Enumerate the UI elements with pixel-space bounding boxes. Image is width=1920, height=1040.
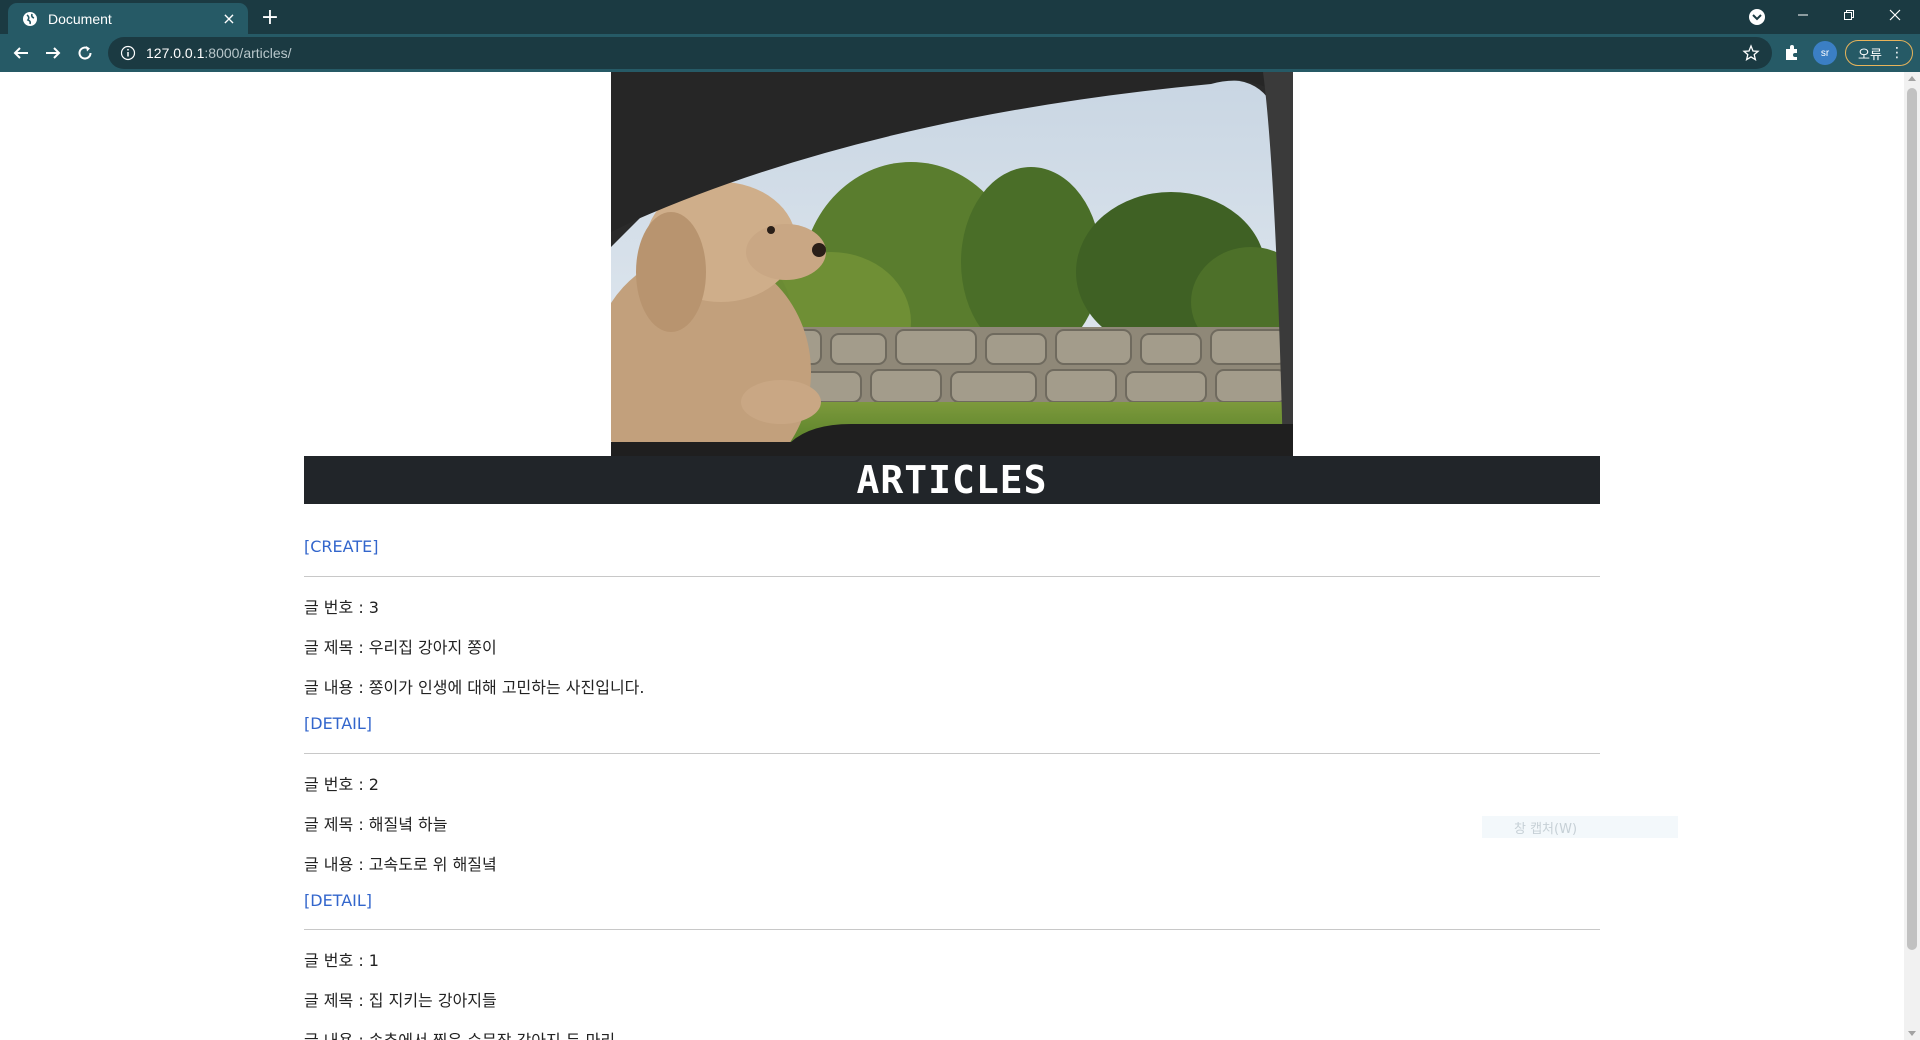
article-title: 글 제목 : 해질녘 하늘 bbox=[304, 815, 448, 834]
globe-icon bbox=[22, 11, 38, 27]
article-number: 글 번호 : 2 bbox=[304, 775, 379, 794]
article-content: 글 내용 : 송추에서 찍은 수문장 강아지 두 마리 bbox=[304, 1027, 615, 1040]
restore-icon[interactable] bbox=[1826, 0, 1872, 30]
minimize-icon[interactable] bbox=[1780, 0, 1826, 30]
create-link[interactable]: [CREATE] bbox=[304, 537, 378, 556]
article-title: 글 제목 : 우리집 강아지 쫑이 bbox=[304, 638, 497, 657]
tab-close-icon[interactable]: × bbox=[220, 10, 238, 28]
forward-arrow-icon[interactable] bbox=[41, 41, 65, 65]
extensions-puzzle-icon[interactable] bbox=[1782, 43, 1802, 63]
error-button[interactable]: 오류 ⋮ bbox=[1845, 40, 1913, 66]
article-number: 글 번호 : 1 bbox=[304, 951, 379, 970]
article-content: 글 내용 : 고속도로 위 해질녘 bbox=[304, 855, 497, 874]
url-host: 127.0.0.1 bbox=[146, 45, 205, 61]
back-arrow-icon[interactable] bbox=[9, 41, 33, 65]
error-label: 오류 bbox=[1858, 47, 1882, 63]
url-path: :8000/articles/ bbox=[204, 45, 292, 61]
page-title: ARTICLES bbox=[304, 456, 1600, 504]
more-menu-icon[interactable]: ⋮ bbox=[1890, 44, 1904, 62]
window-capture-overlay: 창 캡처(W) bbox=[1482, 816, 1678, 838]
dog-car-window-photo bbox=[611, 72, 1293, 456]
article-content: 글 내용 : 쫑이가 인생에 대해 고민하는 사진입니다. bbox=[304, 678, 645, 697]
profile-avatar[interactable]: sr bbox=[1813, 41, 1837, 65]
info-icon[interactable] bbox=[120, 45, 136, 61]
scroll-down-arrow-icon[interactable] bbox=[1908, 1031, 1916, 1036]
tab-title: Document bbox=[48, 10, 112, 27]
divider bbox=[304, 753, 1600, 754]
scrollbar-thumb[interactable] bbox=[1907, 88, 1917, 950]
article-number: 글 번호 : 3 bbox=[304, 598, 379, 617]
reload-icon[interactable] bbox=[73, 41, 97, 65]
browser-toolbar: 127.0.0.1:8000/articles/ sr 오류 ⋮ bbox=[0, 34, 1920, 72]
article-title: 글 제목 : 집 지키는 강아지들 bbox=[304, 991, 497, 1010]
divider bbox=[304, 576, 1600, 577]
detail-link[interactable]: [DETAIL] bbox=[304, 714, 372, 733]
new-tab-button[interactable]: + bbox=[258, 5, 282, 30]
bookmark-star-icon[interactable] bbox=[1742, 44, 1760, 62]
page-viewport: ARTICLES [CREATE] 글 번호 : 3 글 제목 : 우리집 강아… bbox=[0, 72, 1904, 1040]
divider bbox=[304, 929, 1600, 930]
vertical-scrollbar[interactable] bbox=[1904, 72, 1920, 1040]
scroll-up-arrow-icon[interactable] bbox=[1908, 76, 1916, 81]
tab-search-icon[interactable] bbox=[1748, 8, 1766, 26]
address-bar[interactable]: 127.0.0.1:8000/articles/ bbox=[108, 37, 1772, 69]
tab-strip: Document × + bbox=[0, 0, 1920, 34]
tab-document[interactable]: Document × bbox=[8, 3, 248, 34]
detail-link[interactable]: [DETAIL] bbox=[304, 891, 372, 910]
window-close-icon[interactable] bbox=[1872, 0, 1918, 30]
